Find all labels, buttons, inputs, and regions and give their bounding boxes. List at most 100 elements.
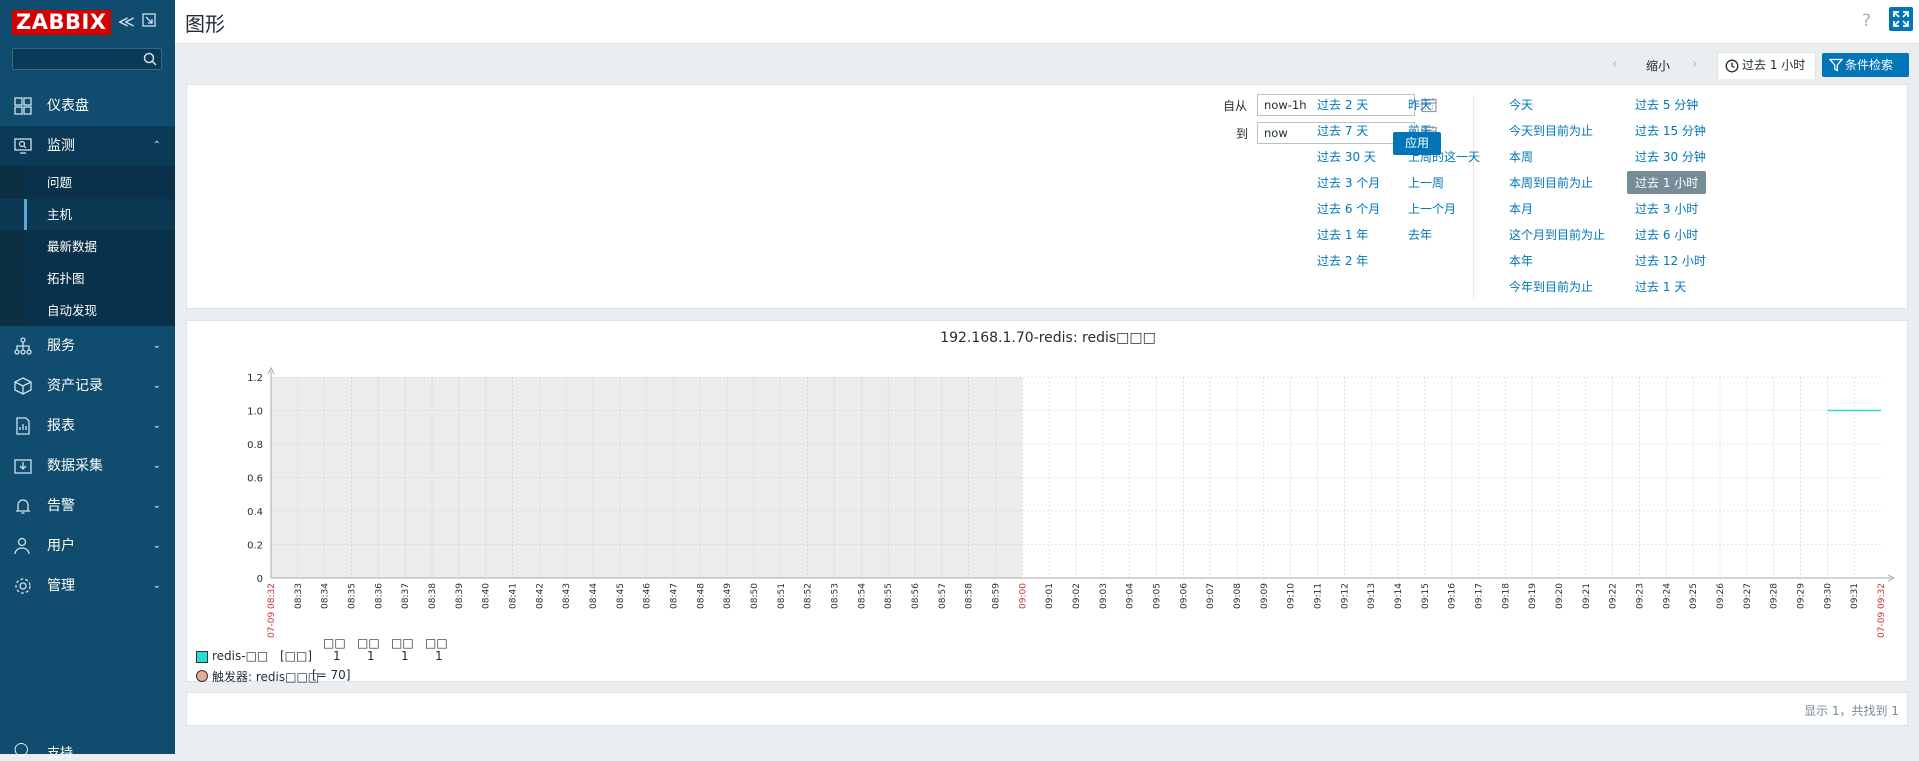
quick-range-item[interactable]: 过去 1 年 [1317,226,1368,243]
legend-value-1: 1 [333,649,341,663]
quick-range-item[interactable]: 过去 3 个月 [1317,174,1380,191]
x-tick-label: 09:29 [1797,583,1807,609]
x-tick-label: 08:58 [965,583,975,609]
users-icon [14,537,30,555]
page-title: 图形 [185,12,225,36]
nav-label: 用户 [47,538,75,554]
quick-range-item[interactable]: 过去 15 分钟 [1635,122,1706,139]
quick-range-item[interactable]: 昨天 [1408,96,1432,113]
x-tick-label: 09:23 [1636,583,1646,609]
x-tick-label: 09:19 [1528,583,1538,609]
quick-range-item[interactable]: 去年 [1408,226,1432,243]
search-icon[interactable] [143,52,157,66]
nav-label: 报表 [47,418,75,434]
paging-footer: 显示 1，共找到 1 [186,692,1908,726]
time-range-label: 过去 1 小时 [1742,58,1806,72]
quick-range-item[interactable]: 过去 2 天 [1317,96,1368,113]
sidebar: ZABBIX ≪ 仪表盘 监测 ⌃ 问题 主机 最新数据 拓扑图 自动发现 服务… [0,0,175,761]
nav-services[interactable]: 服务 ⌄ [0,326,175,366]
nav-label: 资产记录 [47,378,103,394]
x-tick-label: 09:16 [1448,583,1458,609]
quick-range-item[interactable]: 前天 [1408,122,1432,139]
quick-range-item[interactable]: 过去 3 小时 [1635,200,1698,217]
legend-value-4: 1 [435,649,443,663]
nav-latest-data[interactable]: 最新数据 [0,230,175,262]
quick-range-item[interactable]: 过去 30 分钟 [1635,148,1706,165]
bell-icon [15,499,31,514]
quick-range-item[interactable]: 上周的这一天 [1408,148,1480,165]
quick-range-item[interactable]: 今天 [1509,96,1533,113]
quick-range-item[interactable]: 上一周 [1408,174,1444,191]
nav-alerts[interactable]: 告警 ⌄ [0,486,175,526]
zoom-out-button[interactable]: 缩小 [1646,57,1670,74]
quick-range-item[interactable]: 今天到目前为止 [1509,122,1593,139]
legend-series-name: redis-□□ [212,649,269,663]
x-tick-label: 08:52 [804,583,814,609]
x-tick-label: 09:30 [1823,583,1833,609]
chevron-down-icon: ⌄ [152,540,161,551]
nav-support[interactable]: 支持 [47,742,73,761]
quick-range-item[interactable]: 本周 [1509,148,1533,165]
fullscreen-button[interactable] [1889,7,1913,31]
collapse-sidebar-icon[interactable]: ≪ [118,12,135,31]
quick-range-item[interactable]: 过去 6 小时 [1635,226,1698,243]
nav-maps[interactable]: 拓扑图 [0,262,175,294]
quick-range-item[interactable]: 过去 1 天 [1635,278,1686,295]
help-icon[interactable]: ? [1862,11,1871,31]
hide-sidebar-icon[interactable] [142,12,156,31]
filter-button[interactable]: 条件检索 [1822,53,1909,77]
graph-chart: 0 0.2 0.4 0.6 0.8 1.0 1.2 07-09 08:32 08:33 08:34… [247,366,1896,638]
x-tick-label: 08:33 [294,583,304,609]
quick-range-item[interactable]: 过去 1 小时 [1627,171,1707,194]
time-filter-panel: 自从 now-1h 到 now 应用 过去 2 天过去 7 天过去 30 天过去… [186,84,1908,309]
chevron-right-icon[interactable]: › [1692,56,1698,72]
time-range-tab[interactable]: 过去 1 小时 [1717,52,1816,79]
quick-range-item[interactable]: 这个月到目前为止 [1509,226,1605,243]
x-tick-label: 08:39 [455,583,465,609]
x-tick-label: 09:27 [1743,583,1753,609]
quick-range-item[interactable]: 过去 7 天 [1317,122,1368,139]
y-tick-label: 1.2 [247,373,263,384]
x-tick-label: 09:09 [1260,583,1270,609]
quick-range-item[interactable]: 本月 [1509,200,1533,217]
nav-problems[interactable]: 问题 [0,166,175,198]
nav-monitoring[interactable]: 监测 ⌃ [0,126,175,166]
x-tick-label: 08:46 [643,583,653,609]
x-tick-label: 09:25 [1689,583,1699,609]
x-tick-label: 08:34 [321,583,331,609]
services-icon [14,337,32,355]
support-icon: ◯ [14,742,29,757]
quick-range-item[interactable]: 过去 2 年 [1317,252,1368,269]
quick-range-item[interactable]: 本年 [1509,252,1533,269]
x-tick-label: 09:02 [1072,583,1082,609]
nav-inventory[interactable]: 资产记录 ⌄ [0,366,175,406]
chevron-left-icon[interactable]: ‹ [1612,56,1618,72]
quick-range-item[interactable]: 上一个月 [1408,200,1456,217]
nav-discovery[interactable]: 自动发现 [0,294,175,326]
nav-hosts[interactable]: 主机 [0,198,175,230]
zabbix-logo[interactable]: ZABBIX [12,10,111,35]
quick-range-item[interactable]: 过去 5 分钟 [1635,96,1698,113]
quick-range-item[interactable]: 过去 6 个月 [1317,200,1380,217]
quick-range-item[interactable]: 今年到目前为止 [1509,278,1593,295]
legend-series-swatch [196,651,208,663]
data-collection-icon [14,459,32,474]
nav-users[interactable]: 用户 ⌄ [0,526,175,566]
quick-range-item[interactable]: 本周到目前为止 [1509,174,1593,191]
sidebar-search-input[interactable] [12,48,162,70]
quick-range-item[interactable]: 过去 30 天 [1317,148,1376,165]
quick-range-item[interactable]: 过去 12 小时 [1635,252,1706,269]
legend-header-2: □□ [357,636,380,650]
x-tick-label: 08:59 [992,583,1002,609]
x-tick-label: 08:50 [750,583,760,609]
y-tick-label: 0.2 [247,541,263,552]
monitoring-submenu: 问题 主机 最新数据 拓扑图 自动发现 [0,166,175,326]
nav-data-collection[interactable]: 数据采集 ⌄ [0,446,175,486]
nav-administration[interactable]: 管理 ⌄ [0,566,175,606]
graph-title: 192.168.1.70-redis: redis□□□ [940,330,1156,346]
nav-dashboard[interactable]: 仪表盘 [0,86,175,126]
chevron-down-icon: ⌄ [152,580,161,591]
page-header: 图形 ? [175,0,1919,44]
x-tick-label: 08:48 [696,583,706,609]
nav-reports[interactable]: 报表 ⌄ [0,406,175,446]
